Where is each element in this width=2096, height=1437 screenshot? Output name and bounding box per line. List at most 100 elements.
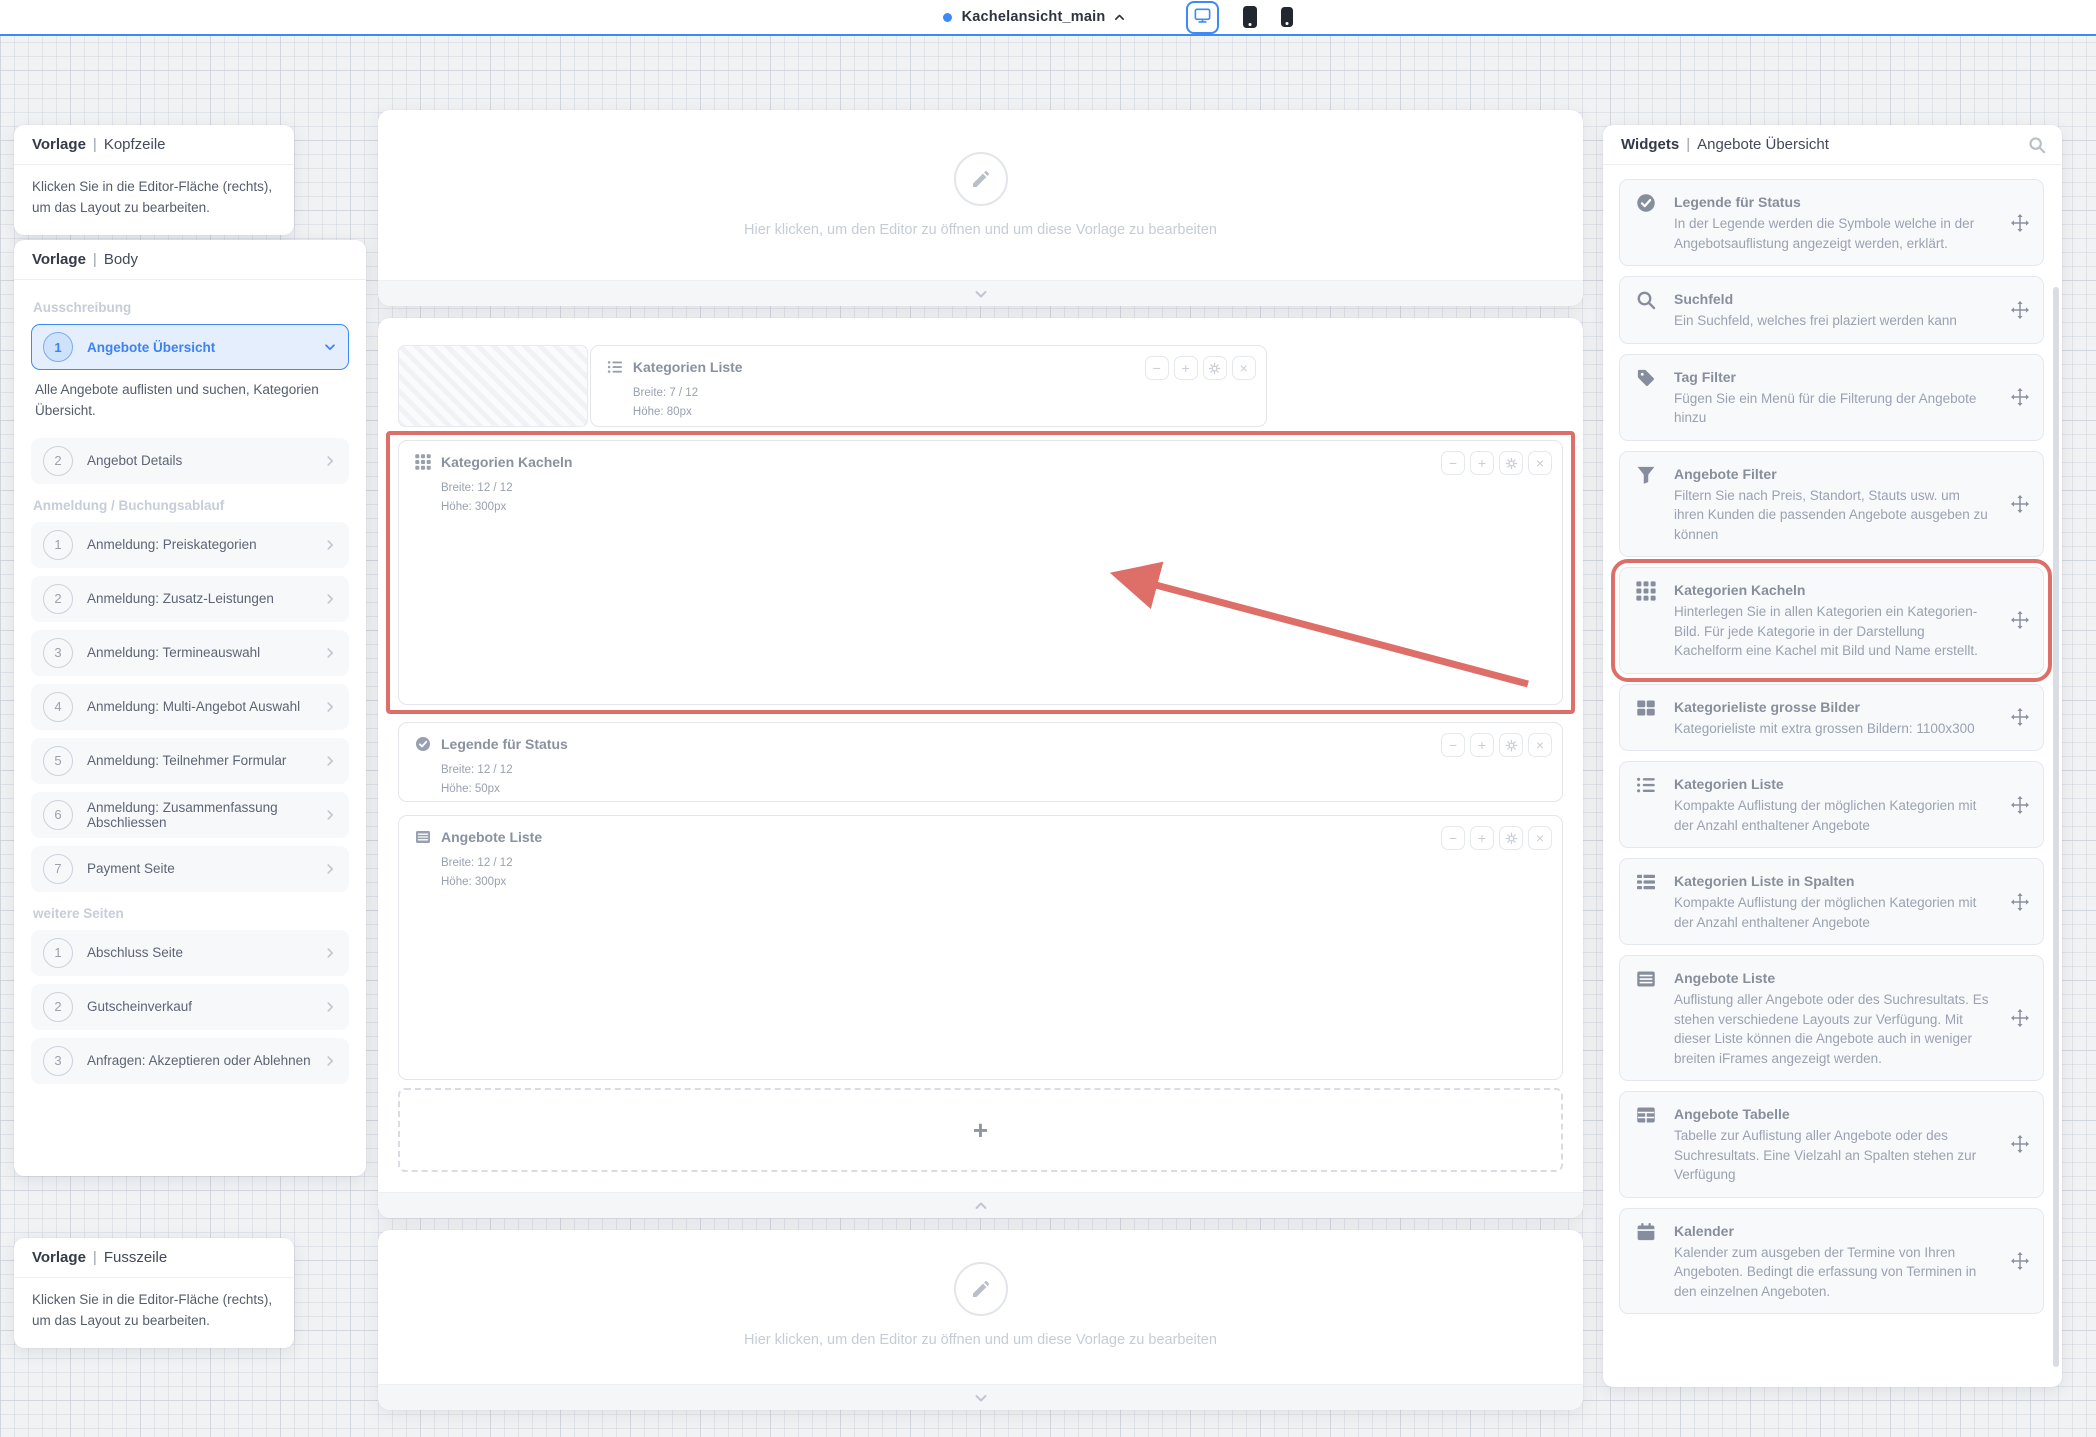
close-button[interactable]: × [1528, 826, 1552, 850]
move-icon[interactable] [2011, 495, 2029, 513]
canvas-widget-legende-fuer-status[interactable]: Legende für Status Breite: 12 / 12Höhe: … [398, 722, 1563, 802]
close-button[interactable]: × [1528, 733, 1552, 757]
add-widget-dropzone[interactable]: + [398, 1088, 1563, 1172]
widget-card-angebote-tabelle[interactable]: Angebote Tabelle Tabelle zur Auflistung … [1619, 1091, 2044, 1198]
template-selector[interactable]: Kachelansicht_main [962, 9, 1106, 25]
widget-card-title: Kategorien Kacheln [1674, 580, 1991, 600]
widget-card-title: Tag Filter [1674, 367, 1991, 387]
canvas-widget-angebote-liste[interactable]: Angebote Liste Breite: 12 / 12Höhe: 300p… [398, 815, 1563, 1080]
canvas-widget-title: Legende für Status [441, 736, 568, 752]
sidebar-item-abschluss-seite[interactable]: 1 Abschluss Seite [31, 930, 349, 976]
close-button[interactable]: × [1232, 356, 1256, 380]
widget-card-kategorien-kacheln[interactable]: Kategorien Kacheln Hinterlegen Sie in al… [1619, 567, 2044, 674]
move-icon[interactable] [2011, 214, 2029, 232]
move-icon[interactable] [2011, 1009, 2029, 1027]
widget-card-description: Tabelle zur Auflistung aller Angebote od… [1674, 1126, 1991, 1185]
chevron-right-icon [323, 754, 337, 768]
gear-button[interactable] [1499, 826, 1523, 850]
header-editor-canvas[interactable]: Hier klicken, um den Editor zu öffnen un… [378, 110, 1583, 306]
sidebar-item-anmeldung-zusammenfassung-abschliessen[interactable]: 6 Anmeldung: Zusammenfassung Abschliesse… [31, 792, 349, 838]
plus-button[interactable]: + [1470, 826, 1494, 850]
footer-editor-canvas[interactable]: Hier klicken, um den Editor zu öffnen un… [378, 1230, 1583, 1410]
move-icon[interactable] [2011, 1135, 2029, 1153]
header-collapse-strip[interactable] [378, 280, 1583, 306]
desktop-preview-button[interactable] [1186, 1, 1219, 34]
chevron-right-icon [323, 700, 337, 714]
sidebar-item-anfragen-akzeptieren-oder-ablehnen[interactable]: 3 Anfragen: Akzeptieren oder Ablehnen [31, 1038, 349, 1084]
widget-card-title: Kalender [1674, 1221, 1991, 1241]
plus-button[interactable]: + [1470, 451, 1494, 475]
move-icon[interactable] [2011, 796, 2029, 814]
plus-button[interactable]: + [1470, 733, 1494, 757]
pencil-icon[interactable] [954, 1262, 1008, 1316]
widget-card-description: Kalender zum ausgeben der Termine von Ih… [1674, 1243, 1991, 1302]
sidebar-item-angebote-uebersicht[interactable]: 1 Angebote Übersicht [31, 324, 349, 370]
chevron-up-icon[interactable] [1113, 11, 1126, 24]
chevron-down-icon [973, 1390, 989, 1406]
widget-card-kalender[interactable]: Kalender Kalender zum ausgeben der Termi… [1619, 1208, 2044, 1315]
widget-card-angebote-liste[interactable]: Angebote Liste Auflistung aller Angebote… [1619, 955, 2044, 1081]
sidebar-item-anmeldung-termineauswahl[interactable]: 3 Anmeldung: Termineauswahl [31, 630, 349, 676]
sidebar-item-anmeldung-zusatz-leistungen[interactable]: 2 Anmeldung: Zusatz-Leistungen [31, 576, 349, 622]
widget-card-suchfeld[interactable]: Suchfeld Ein Suchfeld, welches frei plaz… [1619, 276, 2044, 344]
canvas-widget-kategorien-kacheln[interactable]: Kategorien Kacheln Breite: 12 / 12Höhe: … [398, 440, 1563, 705]
widget-card-title: Angebote Liste [1674, 968, 1991, 988]
canvas-widget-meta: Breite: 12 / 12Höhe: 50px [441, 761, 1546, 799]
move-icon[interactable] [2011, 1252, 2029, 1270]
chevron-down-icon [323, 340, 337, 354]
plus-button[interactable]: + [1174, 356, 1198, 380]
sidebar-item-label: Anmeldung: Multi-Angebot Auswahl [87, 699, 300, 714]
tablet-preview-button[interactable] [1243, 6, 1257, 28]
move-icon[interactable] [2011, 611, 2029, 629]
list-boxed-icon [1636, 969, 1658, 991]
chevron-right-icon [323, 1054, 337, 1068]
gear-button[interactable] [1203, 356, 1227, 380]
minus-button[interactable]: − [1441, 451, 1465, 475]
minus-button[interactable]: − [1441, 733, 1465, 757]
gear-icon [1505, 457, 1518, 470]
sidebar-item-payment-seite[interactable]: 7 Payment Seite [31, 846, 349, 892]
widget-card-tag-filter[interactable]: Tag Filter Fügen Sie ein Menü für die Fi… [1619, 354, 2044, 441]
widget-card-kategorien-liste-in-spalten[interactable]: Kategorien Liste in Spalten Kompakte Auf… [1619, 858, 2044, 945]
widget-card-description: Ein Suchfeld, welches frei plaziert werd… [1674, 311, 1957, 331]
mobile-preview-button[interactable] [1281, 7, 1293, 27]
pencil-icon[interactable] [954, 152, 1008, 206]
widget-card-title: Kategorieliste grosse Bilder [1674, 697, 1975, 717]
sidebar-item-label: Angebote Übersicht [87, 340, 215, 355]
widget-card-kategorieliste-grosse-bilder[interactable]: Kategorieliste grosse Bilder Kategorieli… [1619, 684, 2044, 752]
sidebar-item-anmeldung-preiskategorien[interactable]: 1 Anmeldung: Preiskategorien [31, 522, 349, 568]
body-editor-canvas[interactable]: Kategorien Liste Breite: 7 / 12Höhe: 80p… [378, 318, 1583, 1218]
canvas-widget-kategorien-liste[interactable]: Kategorien Liste Breite: 7 / 12Höhe: 80p… [590, 345, 1267, 427]
move-icon[interactable] [2011, 893, 2029, 911]
sidebar-item-gutscheinverkauf[interactable]: 2 Gutscheinverkauf [31, 984, 349, 1030]
move-icon[interactable] [2011, 708, 2029, 726]
widgets-panel-scrollbar[interactable] [2053, 287, 2059, 1367]
footer-collapse-strip[interactable] [378, 1384, 1583, 1410]
close-icon: × [1536, 831, 1544, 845]
sidebar-item-label: Abschluss Seite [87, 945, 183, 960]
list-columns-icon [1636, 872, 1658, 894]
minus-button[interactable]: − [1441, 826, 1465, 850]
canvas-widget-title: Angebote Liste [441, 829, 542, 845]
sidebar-item-anmeldung-multi-angebot-auswahl[interactable]: 4 Anmeldung: Multi-Angebot Auswahl [31, 684, 349, 730]
table-icon [1636, 1105, 1658, 1127]
widget-card-title: Legende für Status [1674, 192, 1991, 212]
minus-button[interactable]: − [1145, 356, 1169, 380]
gear-icon [1505, 832, 1518, 845]
body-collapse-strip[interactable] [378, 1192, 1583, 1218]
gear-button[interactable] [1499, 733, 1523, 757]
chevron-right-icon [323, 454, 337, 468]
widget-card-angebote-filter[interactable]: Angebote Filter Filtern Sie nach Preis, … [1619, 451, 2044, 558]
widget-card-kategorien-liste[interactable]: Kategorien Liste Kompakte Auflistung der… [1619, 761, 2044, 848]
canvas-widget-title: Kategorien Kacheln [441, 454, 572, 470]
search-icon[interactable] [2028, 136, 2046, 154]
chevron-right-icon [323, 1000, 337, 1014]
sidebar-item-angebot-details[interactable]: 2 Angebot Details [31, 438, 349, 484]
sidebar-item-label: Anmeldung: Teilnehmer Formular [87, 753, 286, 768]
gear-button[interactable] [1499, 451, 1523, 475]
sidebar-item-anmeldung-teilnehmer-formular[interactable]: 5 Anmeldung: Teilnehmer Formular [31, 738, 349, 784]
move-icon[interactable] [2011, 388, 2029, 406]
close-button[interactable]: × [1528, 451, 1552, 475]
move-icon[interactable] [2011, 301, 2029, 319]
widget-card-legende-fuer-status[interactable]: Legende für Status In der Legende werden… [1619, 179, 2044, 266]
